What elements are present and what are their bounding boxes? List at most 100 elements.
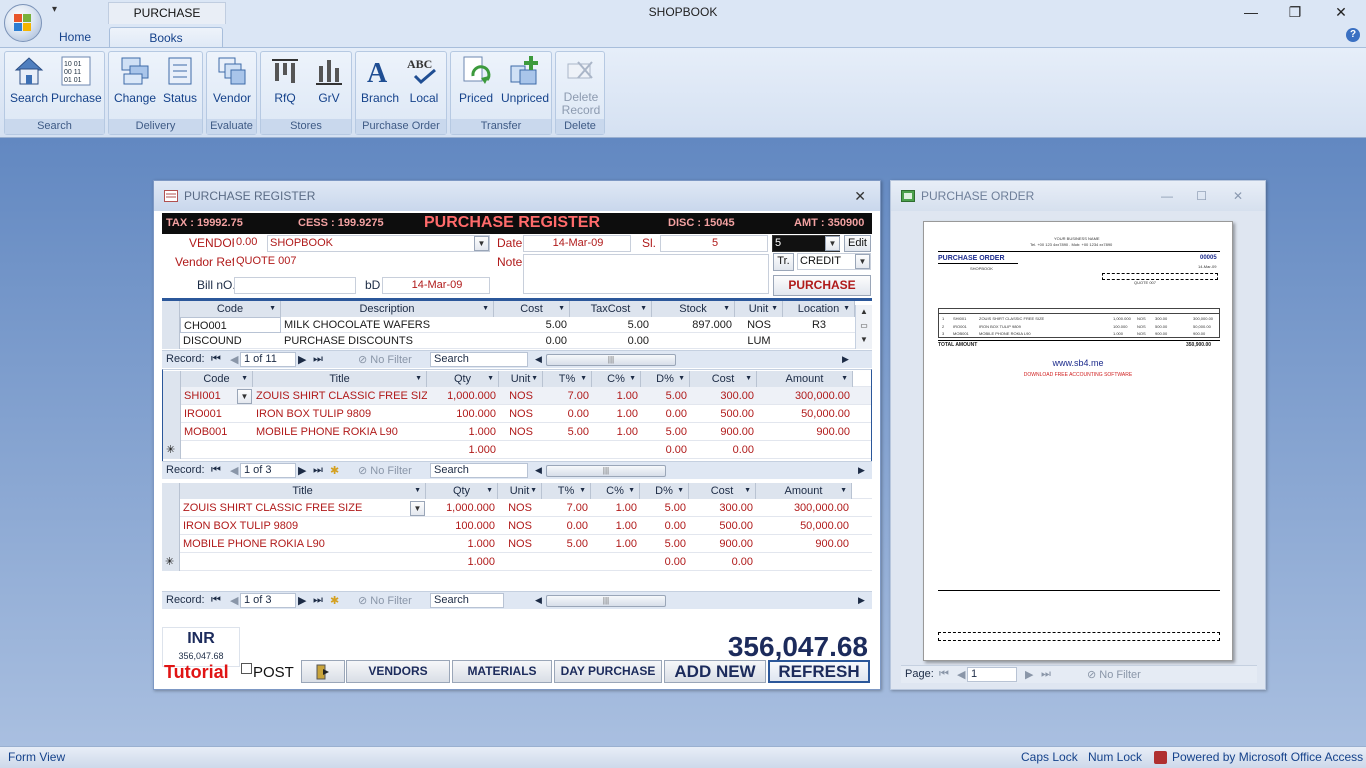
first-page-icon[interactable]: ⏮ (939, 668, 949, 681)
scroll-right-icon[interactable]: ▶ (858, 465, 865, 476)
col-tax-percent[interactable]: T% ▼ (543, 371, 592, 387)
grid3-search-input[interactable]: Search (430, 593, 504, 608)
col-unit[interactable]: Unit ▼ (735, 301, 783, 317)
table-row[interactable]: IRO001 IRON BOX TULIP 9809 100.000 NOS 0… (163, 405, 871, 423)
post-checkbox[interactable] (241, 663, 252, 674)
col-cost[interactable]: Cost ▼ (494, 301, 570, 317)
col-cost[interactable]: Cost ▼ (689, 483, 756, 499)
minimize-icon[interactable]: — (1161, 181, 1173, 211)
last-page-icon[interactable]: ⏭ (1041, 668, 1051, 681)
next-record-icon[interactable]: ▶ (298, 464, 306, 477)
table-row[interactable]: IRON BOX TULIP 9809 100.000 NOS 0.00 1.0… (162, 517, 872, 535)
local-button[interactable]: ABC Local (402, 54, 446, 112)
status-button[interactable]: Status (159, 54, 201, 112)
next-record-icon[interactable]: ▶ (298, 353, 306, 366)
col-title[interactable]: Title ▼ (180, 483, 426, 499)
priced-button[interactable]: Priced (455, 54, 497, 112)
col-qty[interactable]: Qty ▼ (427, 371, 499, 387)
bill-date-field[interactable]: 14-Mar-09 (382, 277, 490, 294)
restore-button[interactable]: ❐ (1280, 2, 1310, 22)
col-disc-percent[interactable]: D% ▼ (640, 483, 689, 499)
prev-page-icon[interactable]: ◀ (957, 668, 965, 681)
vendors-button[interactable]: VENDORS (346, 660, 450, 683)
new-record-row[interactable]: ✳ 1.000 0.00 0.00 (163, 441, 871, 459)
tab-books[interactable]: Books (109, 27, 223, 48)
next-page-icon[interactable]: ▶ (1025, 668, 1033, 681)
unpriced-button[interactable]: Unpriced (499, 54, 551, 112)
help-icon[interactable]: ? (1346, 28, 1360, 42)
scroll-right-icon[interactable]: ▶ (842, 354, 849, 365)
select-all-corner[interactable] (163, 371, 181, 387)
last-record-icon[interactable]: ⏭ (313, 353, 323, 366)
record-position[interactable]: 1 of 3 (240, 463, 296, 478)
no-filter-button[interactable]: ⊘ No Filter (358, 353, 412, 366)
vendor-dropdown-icon[interactable]: ▼ (474, 236, 489, 251)
no-filter-button[interactable]: ⊘ No Filter (1087, 668, 1141, 681)
office-button[interactable] (4, 4, 42, 42)
table-row[interactable]: MOB001 MOBILE PHONE ROKIA L90 1.000 NOS … (163, 423, 871, 441)
delete-record-button[interactable]: Delete Record (558, 54, 604, 120)
sl-dropdown-icon[interactable]: ▼ (825, 236, 840, 251)
edit-button[interactable]: Edit (844, 235, 871, 252)
next-record-icon[interactable]: ▶ (298, 594, 306, 607)
minimize-button[interactable]: — (1236, 2, 1266, 22)
col-disc-percent[interactable]: D% ▼ (641, 371, 690, 387)
close-icon[interactable]: ✕ (854, 181, 866, 211)
grid2-horizontal-scrollbar[interactable]: ||| (546, 465, 666, 477)
col-title[interactable]: Title ▼ (253, 371, 427, 387)
col-cost[interactable]: Cost ▼ (690, 371, 757, 387)
col-unit[interactable]: Unit ▼ (499, 371, 543, 387)
prev-record-icon[interactable]: ◀ (230, 464, 238, 477)
record-position[interactable]: 1 of 11 (240, 352, 296, 367)
col-unit[interactable]: Unit ▼ (498, 483, 542, 499)
bill-no-field[interactable] (234, 277, 356, 294)
col-code[interactable]: Code ▼ (180, 301, 281, 317)
table-row[interactable]: MOBILE PHONE ROKIA L90 1.000 NOS 5.00 1.… (162, 535, 872, 553)
table-row[interactable]: SHI001 ▼ ZOUIS SHIRT CLASSIC FREE SIZE 1… (163, 387, 871, 405)
rfq-button[interactable]: RfQ (265, 54, 305, 112)
scroll-left-icon[interactable]: ◀ (535, 595, 542, 606)
search-button[interactable]: Search (9, 54, 49, 112)
col-cess-percent[interactable]: C% ▼ (591, 483, 640, 499)
tab-home[interactable]: Home (44, 27, 106, 48)
no-filter-button[interactable]: ⊘ No Filter (358, 464, 412, 477)
col-taxcost[interactable]: TaxCost ▼ (570, 301, 652, 317)
grid1-search-input[interactable]: Search (430, 352, 528, 367)
col-qty[interactable]: Qty ▼ (426, 483, 498, 499)
col-location[interactable]: Location ▼ (783, 301, 855, 317)
new-record-icon[interactable]: ✱ (330, 594, 339, 607)
change-button[interactable]: Change (112, 54, 158, 112)
scroll-left-icon[interactable]: ◀ (535, 465, 542, 476)
close-button[interactable]: ✕ (1326, 2, 1356, 22)
col-description[interactable]: Description ▼ (281, 301, 494, 317)
col-cess-percent[interactable]: C% ▼ (592, 371, 641, 387)
grv-button[interactable]: GrV (309, 54, 349, 112)
new-record-icon[interactable]: ✱ (330, 464, 339, 477)
close-icon[interactable]: ✕ (1233, 181, 1243, 211)
note-field[interactable] (523, 254, 769, 294)
title-dropdown-icon[interactable]: ▼ (410, 501, 425, 516)
col-stock[interactable]: Stock ▼ (652, 301, 735, 317)
col-tax-percent[interactable]: T% ▼ (542, 483, 591, 499)
grid1-vertical-scrollbar[interactable]: ▲ ▭ ▼ (855, 305, 872, 349)
last-record-icon[interactable]: ⏭ (313, 464, 323, 477)
transaction-dropdown-icon[interactable]: ▼ (855, 254, 870, 269)
vendor-button[interactable]: Vendor (210, 54, 254, 112)
materials-button[interactable]: MATERIALS (452, 660, 552, 683)
vendor-name-field[interactable]: SHOPBOOK (267, 235, 490, 252)
po-website[interactable]: www.sb4.me (924, 358, 1232, 368)
grid2-search-input[interactable]: Search (430, 463, 528, 478)
first-record-icon[interactable]: ⏮ (211, 353, 221, 366)
page-number-input[interactable]: 1 (967, 667, 1017, 682)
code-dropdown-icon[interactable]: ▼ (237, 389, 252, 404)
vendor-code-field[interactable]: 0.00 (234, 235, 266, 252)
refresh-button[interactable]: REFRESH (768, 660, 870, 683)
col-code[interactable]: Code ▼ (181, 371, 253, 387)
col-amount[interactable]: Amount ▼ (757, 371, 853, 387)
exit-button[interactable] (301, 660, 345, 683)
grid1-horizontal-scrollbar[interactable]: ||| (546, 354, 676, 366)
table-row[interactable]: ZOUIS SHIRT CLASSIC FREE SIZE ▼ 1,000.00… (162, 499, 872, 517)
no-filter-button[interactable]: ⊘ No Filter (358, 594, 412, 607)
last-record-icon[interactable]: ⏭ (313, 594, 323, 607)
date-field[interactable]: 14-Mar-09 (523, 235, 631, 252)
